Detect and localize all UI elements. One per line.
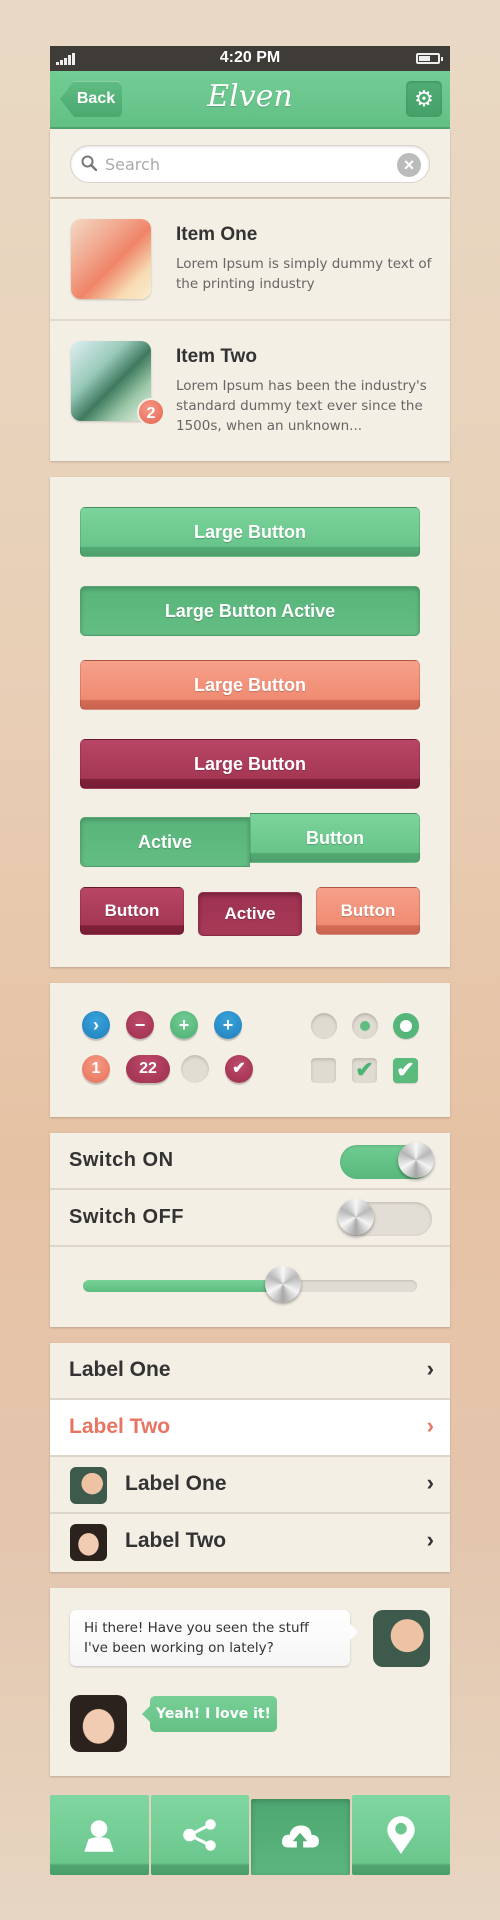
count-badge: 1 [82, 1055, 110, 1083]
list-row[interactable]: Label Two › [50, 1514, 450, 1571]
avatar [70, 1467, 107, 1504]
toggle-knob[interactable] [338, 1199, 374, 1235]
segment-active[interactable]: Active [80, 817, 250, 867]
share-icon [182, 1819, 216, 1851]
tab-upload[interactable] [251, 1799, 350, 1875]
plus-icon[interactable]: + [170, 1011, 198, 1039]
search-bar: × [50, 129, 450, 197]
chevron-right-icon[interactable]: › [82, 1011, 110, 1039]
label-list: Label One › Label Two › Label One › Labe… [50, 1343, 450, 1572]
gear-icon: ⚙ [414, 86, 434, 111]
avatar [70, 1695, 127, 1752]
chevron-right-icon: › [426, 1356, 434, 1381]
large-button-crimson[interactable]: Large Button [80, 739, 420, 789]
segment-button[interactable]: Button [250, 813, 420, 863]
slider-fill [83, 1280, 284, 1292]
checkbox-checked-dim[interactable]: ✔ [352, 1058, 377, 1083]
switches-section: Switch ON Switch OFF [50, 1133, 450, 1327]
list-row-label: Label Two [125, 1529, 227, 1552]
list-row-label: Label One [125, 1472, 227, 1495]
list-row-selected[interactable]: Label Two › [50, 1400, 450, 1457]
buttons-section: Large Button Large Button Active Large B… [50, 477, 450, 967]
search-icon [81, 155, 97, 171]
item-description: Lorem Ipsum is simply dummy text of the … [176, 256, 432, 292]
avatar [373, 1610, 430, 1667]
chat-bubble-incoming: Hi there! Have you seen the stuff I've b… [70, 1610, 358, 1666]
plus-icon[interactable]: + [214, 1011, 242, 1039]
tab-share[interactable] [150, 1795, 249, 1875]
search-input[interactable] [105, 152, 385, 176]
small-button-coral[interactable]: Button [316, 887, 420, 935]
close-icon: × [403, 155, 415, 175]
clear-search-button[interactable]: × [397, 153, 421, 177]
controls-section: › − + + 1 22 ✔ ✔ ✔ [50, 983, 450, 1117]
large-button-green[interactable]: Large Button [80, 507, 420, 557]
large-button-coral[interactable]: Large Button [80, 660, 420, 710]
avatar [70, 1524, 107, 1561]
chevron-right-icon: › [426, 1470, 434, 1495]
radio-checked[interactable] [393, 1013, 419, 1039]
small-button-crimson[interactable]: Button [80, 887, 184, 935]
item-title: Item One [176, 224, 258, 245]
search-field[interactable]: × [70, 145, 430, 183]
location-pin-icon [387, 1816, 415, 1854]
switch-off-toggle[interactable] [338, 1199, 432, 1236]
switch-label: Switch ON [69, 1149, 174, 1171]
check-circle-icon[interactable]: ✔ [225, 1055, 253, 1083]
list-row[interactable]: Label One › [50, 1457, 450, 1514]
radio-checked-dim[interactable] [352, 1013, 378, 1039]
list-row-label: Label Two [69, 1415, 171, 1438]
settings-button[interactable]: ⚙ [406, 81, 442, 117]
list-item[interactable]: 2 Item Two Lorem Ipsum has been the indu… [50, 319, 450, 461]
tab-location[interactable] [351, 1795, 450, 1875]
battery-icon [416, 53, 443, 64]
radio-unchecked[interactable] [311, 1013, 337, 1039]
status-time: 4:20 PM [219, 49, 281, 66]
minus-icon[interactable]: − [126, 1011, 154, 1039]
slider-handle[interactable] [265, 1266, 302, 1302]
switch-row: Switch ON [50, 1133, 450, 1190]
item-title: Item Two [176, 346, 257, 367]
small-button-active[interactable]: Active [198, 892, 302, 936]
chat-bubble-outgoing: Yeah! I love it! [142, 1696, 277, 1732]
list-row[interactable]: Label One › [50, 1343, 450, 1400]
item-list: Item One Lorem Ipsum is simply dummy tex… [50, 199, 450, 461]
tab-bar [50, 1795, 450, 1875]
large-button-active[interactable]: Large Button Active [80, 586, 420, 636]
empty-circle-button[interactable] [181, 1055, 209, 1083]
status-bar: 4:20 PM [50, 46, 450, 71]
toggle-knob[interactable] [398, 1142, 434, 1178]
cloud-upload-icon [282, 1825, 320, 1850]
chat-section: Hi there! Have you seen the stuff I've b… [50, 1588, 450, 1776]
slider[interactable] [83, 1266, 417, 1302]
checkbox-checked[interactable]: ✔ [393, 1058, 418, 1083]
item-thumbnail-sunglasses [71, 219, 151, 299]
item-description: Lorem Ipsum has been the industry's stan… [176, 378, 427, 434]
list-item[interactable]: Item One Lorem Ipsum is simply dummy tex… [50, 199, 450, 319]
notification-badge: 2 [137, 398, 165, 426]
checkbox-unchecked[interactable] [311, 1058, 336, 1083]
switch-on-toggle[interactable] [340, 1142, 434, 1179]
nav-bar: Back Elven ⚙ [50, 71, 450, 129]
user-icon [84, 1820, 114, 1852]
chevron-right-icon: › [426, 1413, 434, 1438]
tab-profile[interactable] [50, 1795, 149, 1875]
count-badge: 22 [126, 1055, 170, 1083]
app-title: Elven [207, 79, 293, 114]
switch-label: Switch OFF [69, 1206, 184, 1228]
switch-row: Switch OFF [50, 1190, 450, 1247]
chevron-right-icon: › [426, 1527, 434, 1552]
list-row-label: Label One [69, 1358, 171, 1381]
